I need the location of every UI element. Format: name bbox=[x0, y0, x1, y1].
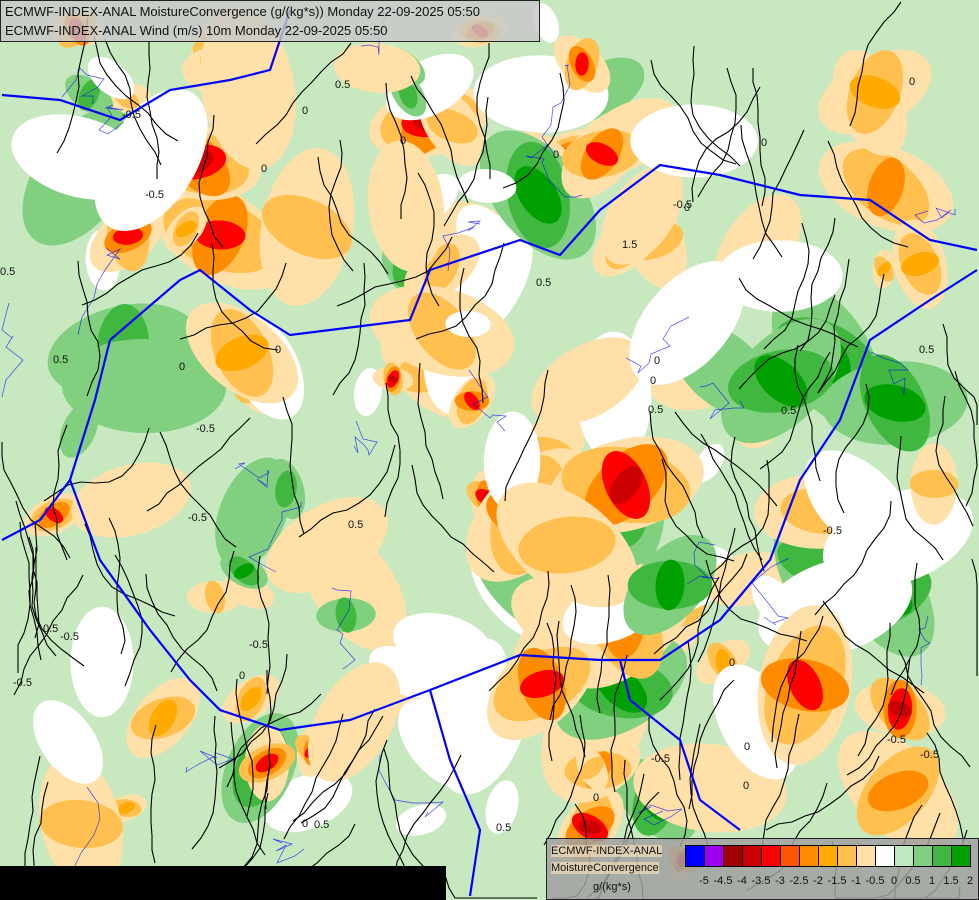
contour-label: 0 bbox=[261, 163, 267, 175]
contour-label: 0.5 bbox=[496, 822, 511, 834]
contour-label: -0.5 bbox=[145, 189, 164, 201]
legend-tick-label: -5 bbox=[699, 875, 709, 887]
contour-label: 0 bbox=[743, 780, 749, 792]
legend-unit: g/(kg*s) bbox=[593, 881, 631, 893]
field-blob bbox=[630, 104, 758, 178]
legend-tick-label: 0 bbox=[890, 875, 898, 887]
contour-label: 0.5 bbox=[536, 277, 551, 289]
contour-label: 0 bbox=[302, 105, 308, 117]
legend-tick-label: -4 bbox=[737, 875, 747, 887]
legend-swatch bbox=[857, 846, 876, 866]
contour-label: 0.5 bbox=[648, 404, 663, 416]
color-legend: ECMWF-INDEX-ANAL MoistureConvergence g/(… bbox=[546, 838, 979, 900]
contour-label: 0 bbox=[239, 670, 245, 682]
contour-label: 0.5 bbox=[919, 344, 934, 356]
contour-label: 0 bbox=[909, 76, 915, 88]
contour-label: 0 bbox=[400, 135, 406, 147]
contour-label: 0.5 bbox=[0, 266, 15, 278]
legend-tick-label: -4.5 bbox=[713, 875, 733, 887]
contour-label: 0.5 bbox=[335, 79, 350, 91]
legend-swatch bbox=[819, 846, 838, 866]
legend-tick-label: -2.5 bbox=[789, 875, 809, 887]
contour-label: 0.5 bbox=[43, 623, 58, 635]
legend-swatch bbox=[876, 846, 895, 866]
legend-tick-label: -1.5 bbox=[827, 875, 847, 887]
contour-label: 0 bbox=[729, 657, 735, 669]
legend-tick-label: -0.5 bbox=[865, 875, 885, 887]
legend-tick-label: 0.5 bbox=[905, 875, 921, 887]
contour-label: -0.5 bbox=[196, 423, 215, 435]
legend-swatch bbox=[914, 846, 933, 866]
legend-swatch bbox=[705, 846, 724, 866]
contour-label: -0.5 bbox=[60, 631, 79, 643]
map-title-box: ECMWF-INDEX-ANAL MoistureConvergence (g/… bbox=[0, 0, 540, 42]
contour-label: 1.5 bbox=[622, 239, 637, 251]
contour-label: -0.5 bbox=[887, 734, 906, 746]
moisture-convergence-map: 00.500.500-0.50.50.5-0.500.50000-0.5-0.5… bbox=[0, 0, 979, 900]
field-blob bbox=[70, 606, 134, 718]
legend-tick-label: 1 bbox=[928, 875, 936, 887]
contour-label: 0 bbox=[179, 361, 185, 373]
title-moisture-convergence: ECMWF-INDEX-ANAL MoistureConvergence (g/… bbox=[5, 4, 480, 19]
legend-swatch bbox=[762, 846, 781, 866]
legend-swatch bbox=[952, 846, 970, 866]
no-data-area bbox=[0, 866, 446, 900]
contour-label: -0.5 bbox=[13, 677, 32, 689]
contour-label: 0.5 bbox=[314, 819, 329, 831]
contour-label: -0.5 bbox=[823, 525, 842, 537]
legend-ticks: -5 -4.5 -4 -3.5 -3 -2.5 -2 -1.5 -1 -0.5 0 0.5 1 1.5 2 bbox=[677, 875, 974, 889]
legend-tick-label: -1 bbox=[851, 875, 861, 887]
legend-swatch bbox=[838, 846, 857, 866]
legend-swatch bbox=[743, 846, 762, 866]
legend-tick-label: 1.5 bbox=[943, 875, 959, 887]
legend-swatch bbox=[781, 846, 800, 866]
legend-swatch bbox=[800, 846, 819, 866]
legend-swatch bbox=[686, 846, 705, 866]
contour-label: -0.5 bbox=[651, 753, 670, 765]
contour-label: 0.5 bbox=[781, 405, 796, 417]
contour-label: 0 bbox=[744, 741, 750, 753]
legend-tick-label: 2 bbox=[966, 875, 974, 887]
legend-tick-label: -3.5 bbox=[751, 875, 771, 887]
contour-label: 0 bbox=[553, 149, 559, 161]
contour-label: -0.5 bbox=[920, 749, 939, 761]
contour-label: -0.5 bbox=[673, 199, 692, 211]
legend-tick-label: -2 bbox=[813, 875, 823, 887]
contour-label: 0 bbox=[593, 792, 599, 804]
title-wind: ECMWF-INDEX-ANAL Wind (m/s) 10m Monday 2… bbox=[5, 23, 388, 38]
contour-label: -0.5 bbox=[249, 639, 268, 651]
contour-label: 0 bbox=[302, 818, 308, 830]
legend-colorbar bbox=[685, 845, 971, 867]
legend-swatch bbox=[933, 846, 952, 866]
contour-label: 0 bbox=[654, 355, 660, 367]
contour-label: 0 bbox=[650, 375, 656, 387]
contour-label: -0.5 bbox=[188, 512, 207, 524]
legend-swatch bbox=[724, 846, 743, 866]
contour-label: 0.5 bbox=[348, 519, 363, 531]
contour-label: 0 bbox=[761, 137, 767, 149]
legend-swatch bbox=[895, 846, 914, 866]
contour-label: 0 bbox=[275, 344, 281, 356]
contour-label: -0.5 bbox=[122, 109, 141, 121]
legend-title-model: ECMWF-INDEX-ANAL bbox=[551, 845, 663, 857]
legend-title-parameter: MoistureConvergence bbox=[551, 862, 659, 874]
legend-tick-label: -3 bbox=[775, 875, 785, 887]
contour-label: 0.5 bbox=[53, 354, 68, 366]
